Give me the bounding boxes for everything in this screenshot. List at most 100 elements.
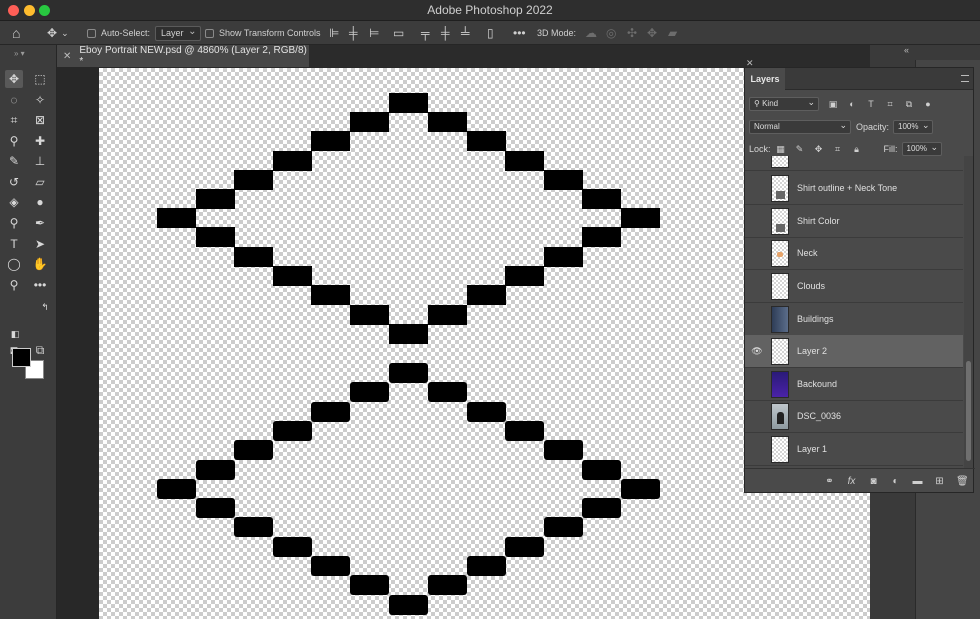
layer-thumbnail [771, 435, 789, 463]
pixel-block [544, 170, 583, 190]
pixel-block [505, 537, 544, 557]
lock-label: Lock: [749, 144, 771, 154]
smart-object-filter-icon[interactable]: ⧉ [904, 99, 914, 110]
more-tools-icon[interactable]: ••• [31, 276, 49, 294]
link-layers-icon[interactable]: ⚭ [824, 476, 835, 487]
lock-position-icon[interactable]: ✥ [814, 144, 824, 155]
3d-roll-icon: ◎ [606, 26, 617, 40]
align-right-icon[interactable]: ⊨ [369, 21, 379, 45]
pixel-block [582, 498, 621, 518]
pixel-block [157, 479, 196, 499]
delete-layer-icon[interactable]: 🗑︎ [956, 476, 969, 487]
pixel-block [505, 266, 544, 286]
marquee-tool-icon[interactable]: ⬚ [31, 70, 49, 88]
opacity-field[interactable]: 100% [893, 119, 934, 134]
auto-select-checkbox[interactable]: Auto-Select: [87, 21, 150, 45]
show-transform-controls-checkbox[interactable]: Show Transform Controls [205, 21, 321, 45]
align-bottom-icon[interactable]: ╧ [461, 21, 470, 45]
lock-transparent-icon[interactable]: ▦ [776, 144, 786, 155]
layer-row-partial[interactable] [745, 156, 963, 171]
pixel-block [389, 324, 428, 344]
lasso-tool-icon[interactable]: ◌ [5, 91, 23, 109]
shape-filter-icon[interactable]: ⌗ [885, 99, 895, 110]
tools-panel: » ▾ ✥ ⬚ ◌ ✧ ⌗ ⊠ ⚲ ✚ ✎ ⊥ ↺ ▱ ◈ ● ⚲ ✒ T ➤ … [0, 45, 57, 619]
pixel-block [428, 575, 467, 595]
fx-icon[interactable]: fx [846, 476, 857, 487]
move-tool-preset-icon[interactable]: ✥ ⌄ [47, 21, 69, 45]
align-left-icon[interactable]: ⊫ [329, 21, 339, 45]
pixel-block [428, 382, 467, 402]
pixel-filter-icon[interactable]: ▣ [828, 99, 838, 110]
new-layer-icon[interactable]: ⊞ [934, 476, 945, 487]
pixel-block [273, 421, 312, 441]
eraser-tool-icon[interactable]: ▱ [31, 173, 49, 191]
zoom-tool-icon[interactable]: ⚲ [5, 276, 23, 294]
filter-kind-dropdown[interactable]: ⚲ Kind [749, 96, 819, 111]
layer-row-selected[interactable]: 👁︎ Layer 2 [745, 335, 963, 368]
home-icon[interactable]: ⌂ [12, 21, 20, 45]
panel-menu-icon[interactable] [961, 75, 969, 82]
type-tool-icon[interactable]: T [5, 235, 23, 253]
scrollbar-thumb[interactable] [966, 361, 971, 461]
lock-all-icon[interactable]: 🔒︎ [852, 144, 862, 155]
screen-mode-icon[interactable]: ⧉ [31, 341, 49, 359]
adjustment-layer-icon[interactable]: ◐ [890, 476, 901, 487]
distribute-icon[interactable]: ▭ [393, 21, 404, 45]
pixel-block [196, 498, 235, 518]
layer-row[interactable]: Clouds [745, 270, 963, 303]
layer-thumbnail [771, 337, 789, 365]
paint-bucket-tool-icon[interactable]: ◈ [5, 193, 23, 211]
frame-tool-icon[interactable]: ⊠ [31, 111, 49, 129]
foreground-color-swatch[interactable] [12, 348, 31, 367]
more-options-icon[interactable]: ••• [513, 21, 526, 45]
layer-row[interactable]: Backound [745, 368, 963, 401]
brush-tool-icon[interactable]: ✎ [5, 152, 23, 170]
add-mask-icon[interactable]: ◙ [868, 476, 879, 487]
fill-field[interactable]: 100% [901, 141, 942, 156]
clone-stamp-tool-icon[interactable]: ⊥ [31, 152, 49, 170]
new-group-icon[interactable]: ▬ [912, 476, 923, 487]
layer-row[interactable]: Layer 1 [745, 433, 963, 466]
swap-colors-icon[interactable]: ↰ [36, 298, 54, 316]
lock-artboard-icon[interactable]: ⌗ [833, 144, 843, 155]
adjustment-filter-icon[interactable]: ◐ [847, 99, 857, 109]
layer-row[interactable]: Neck [745, 237, 963, 270]
toolbar-collapse-icon[interactable]: » ▾ [0, 45, 56, 65]
pen-tool-icon[interactable]: ✒ [31, 214, 49, 232]
move-tool-icon[interactable]: ✥ [5, 70, 23, 88]
pixel-block [544, 517, 583, 537]
lock-image-icon[interactable]: ✎ [795, 144, 805, 155]
type-filter-icon[interactable]: T [866, 99, 876, 109]
healing-brush-tool-icon[interactable]: ✚ [31, 132, 49, 150]
close-tab-icon[interactable]: ✕ [63, 51, 71, 62]
layers-scrollbar[interactable] [964, 156, 973, 468]
eyedropper-tool-icon[interactable]: ⚲ [5, 132, 23, 150]
layer-row[interactable]: DSC_0036 [745, 400, 963, 433]
layer-row[interactable]: Shirt outline + Neck Tone [745, 172, 963, 205]
document-tab[interactable]: ✕ Eboy Portrait NEW.psd @ 4860% (Layer 2… [57, 45, 309, 67]
pixel-block [544, 247, 583, 267]
layer-row[interactable]: Shirt Color [745, 205, 963, 238]
filter-toggle-icon[interactable]: ● [923, 99, 933, 109]
panel-collapse-icon[interactable]: « [904, 45, 909, 55]
align-center-icon[interactable]: ╪ [349, 21, 358, 45]
ellipse-tool-icon[interactable]: ◯ [5, 255, 23, 273]
crop-tool-icon[interactable]: ⌗ [5, 111, 23, 129]
align-middle-icon[interactable]: ╪ [441, 21, 450, 45]
history-brush-tool-icon[interactable]: ↺ [5, 173, 23, 191]
align-top-icon[interactable]: ╤ [421, 21, 430, 45]
dodge-tool-icon[interactable]: ⚲ [5, 214, 23, 232]
auto-select-dropdown[interactable]: Layer [155, 21, 201, 45]
3d-pan-icon: ✣ [627, 26, 638, 40]
distribute-vertical-icon[interactable]: ▯ [487, 21, 494, 45]
magic-wand-tool-icon[interactable]: ✧ [31, 91, 49, 109]
layer-row[interactable]: Buildings [745, 303, 963, 336]
pixel-block [389, 595, 428, 615]
blur-tool-icon[interactable]: ● [31, 193, 49, 211]
layer-name: Shirt Color [797, 216, 840, 226]
hand-tool-icon[interactable]: ✋ [31, 255, 49, 273]
eye-icon[interactable]: 👁︎ [745, 346, 769, 357]
layers-tab[interactable]: Layers [745, 68, 785, 90]
path-selection-tool-icon[interactable]: ➤ [31, 235, 49, 253]
blend-mode-dropdown[interactable]: Normal [749, 119, 851, 134]
